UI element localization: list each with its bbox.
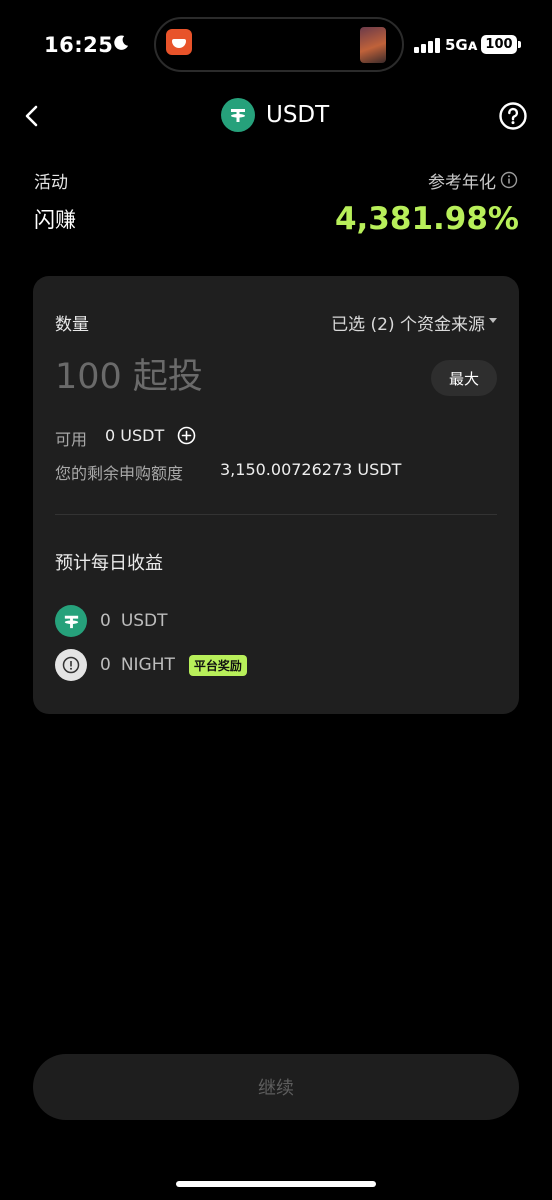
- back-chevron-icon[interactable]: [20, 102, 46, 130]
- add-funds-plus-icon[interactable]: [177, 426, 196, 445]
- battery-icon: 100: [481, 35, 521, 54]
- apy-label: 参考年化: [428, 173, 496, 193]
- amount-input[interactable]: [55, 354, 415, 400]
- page-title-text: USDT: [266, 102, 330, 128]
- app-live-activity-icon: [166, 29, 192, 55]
- max-button[interactable]: 最大: [431, 360, 497, 396]
- estimated-daily-earnings-title: 预计每日收益: [55, 553, 163, 574]
- earning-row-night: 0 NIGHT 平台奖励: [55, 649, 247, 681]
- network-type: 5Gᴀ: [445, 36, 478, 54]
- activity-value: 闪赚: [34, 208, 76, 232]
- continue-button[interactable]: 继续: [33, 1054, 519, 1120]
- remaining-quota-value: 3,150.00726273 USDT: [220, 460, 402, 479]
- remaining-quota-label: 您的剩余申购额度: [55, 464, 184, 483]
- status-bar: 16:25 5Gᴀ 100: [0, 0, 552, 90]
- funding-source-dropdown[interactable]: 已选 (2) 个资金来源: [331, 310, 485, 335]
- page-title: USDT: [221, 98, 329, 132]
- media-thumbnail: [360, 27, 386, 63]
- signal-icon: [414, 37, 442, 53]
- activity-label: 活动: [34, 173, 68, 193]
- quantity-label: 数量: [55, 315, 89, 335]
- divider: [55, 514, 497, 515]
- tether-icon: [221, 98, 255, 132]
- apy-value: 4,381.98%: [334, 201, 519, 237]
- status-time: 16:25: [44, 33, 114, 57]
- home-indicator[interactable]: [176, 1181, 376, 1187]
- earning-amount: 0: [100, 655, 111, 675]
- night-token-icon: [55, 649, 87, 681]
- available-value: 0 USDT: [105, 426, 165, 445]
- earning-currency: USDT: [120, 611, 168, 631]
- earning-currency: NIGHT: [120, 655, 175, 675]
- moon-icon: [114, 35, 129, 50]
- caret-down-icon[interactable]: [489, 318, 497, 323]
- dynamic-island: [154, 17, 404, 72]
- available-label: 可用: [55, 430, 88, 449]
- tether-icon: [55, 605, 87, 637]
- earning-row-usdt: 0 USDT: [55, 605, 168, 637]
- info-icon[interactable]: [500, 171, 518, 189]
- platform-reward-badge: 平台奖励: [188, 654, 247, 676]
- help-icon[interactable]: [498, 101, 528, 131]
- subscription-card: 数量 已选 (2) 个资金来源 最大 可用 0 USDT 您的剩余申购额度 3,…: [33, 276, 519, 714]
- earning-amount: 0: [100, 611, 111, 631]
